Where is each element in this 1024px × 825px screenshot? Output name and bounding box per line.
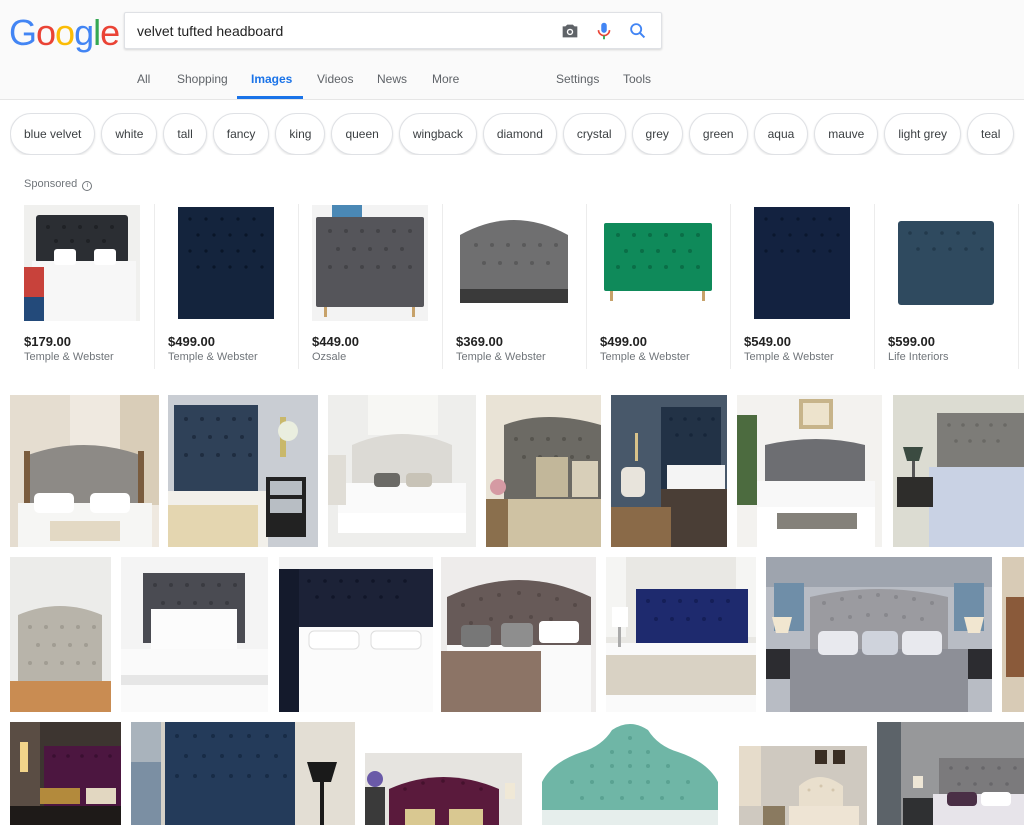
product-store: Temple & Webster <box>456 351 546 363</box>
chip-diamond[interactable]: diamond <box>482 113 557 155</box>
image-result[interactable] <box>121 557 268 712</box>
related-search-chips: blue velvet white tall fancy king queen wingba… <box>10 113 1024 155</box>
chip-fancy[interactable]: fancy <box>212 113 270 155</box>
product-price: $179.00 <box>24 334 71 349</box>
product-price: $369.00 <box>456 334 503 349</box>
image-result[interactable] <box>739 746 867 825</box>
product-image[interactable] <box>456 205 572 321</box>
product-image[interactable] <box>24 205 140 321</box>
product-store: Temple & Webster <box>168 351 258 363</box>
info-icon[interactable]: i <box>82 181 93 191</box>
product-price: $449.00 <box>312 334 359 349</box>
search-tabs: All Shopping Images Videos News More Set… <box>0 64 1024 100</box>
header: Google All Shopping Images Videos News M… <box>0 0 1024 100</box>
chip-wingback[interactable]: wingback <box>398 113 477 155</box>
search-box[interactable] <box>124 12 662 49</box>
image-result[interactable] <box>10 395 159 547</box>
product-store: Ozsale <box>312 351 347 363</box>
microphone-icon[interactable] <box>593 20 615 42</box>
tab-news[interactable]: News <box>377 72 407 86</box>
product-card[interactable]: $549.00 Temple & Webster <box>731 204 875 369</box>
search-icon[interactable] <box>627 20 649 42</box>
chip-grey[interactable]: grey <box>631 113 683 155</box>
image-result[interactable] <box>532 722 729 825</box>
product-card[interactable]: $499.00 Temple & Webster <box>587 204 731 369</box>
product-price: $499.00 <box>600 334 647 349</box>
product-card[interactable]: $499.00 Temple & Webster <box>155 204 299 369</box>
sponsored-text: Sponsored <box>24 178 78 190</box>
image-result[interactable] <box>766 557 992 712</box>
product-card[interactable]: $369.00 Temple & Webster <box>443 204 587 369</box>
image-result[interactable] <box>328 395 476 547</box>
tab-settings[interactable]: Settings <box>556 72 599 86</box>
chip-blue-velvet[interactable]: blue velvet <box>10 113 96 155</box>
google-logo[interactable]: Google <box>9 12 120 54</box>
image-result[interactable] <box>168 395 318 547</box>
tab-more[interactable]: More <box>432 72 459 86</box>
image-result[interactable] <box>1002 557 1024 712</box>
tab-videos[interactable]: Videos <box>317 72 353 86</box>
product-store: Temple & Webster <box>744 351 834 363</box>
chip-teal[interactable]: teal <box>967 113 1015 155</box>
search-input[interactable] <box>137 21 537 41</box>
logo-letter: o <box>36 12 56 53</box>
image-result[interactable] <box>893 395 1024 547</box>
chip-aqua[interactable]: aqua <box>753 113 809 155</box>
product-price: $499.00 <box>168 334 215 349</box>
camera-icon[interactable] <box>559 20 581 42</box>
chip-white[interactable]: white <box>101 113 158 155</box>
image-result[interactable] <box>10 722 121 825</box>
sponsored-label: Sponsored i <box>24 178 93 191</box>
image-result[interactable] <box>131 722 355 825</box>
chip-tall[interactable]: tall <box>163 113 207 155</box>
product-image[interactable] <box>888 205 1004 321</box>
product-store: Temple & Webster <box>24 351 114 363</box>
logo-letter: e <box>100 12 120 53</box>
image-result[interactable] <box>737 395 882 547</box>
product-image[interactable] <box>744 205 860 321</box>
product-card[interactable]: $449.00 Ozsale <box>299 204 443 369</box>
tab-shopping[interactable]: Shopping <box>177 72 228 86</box>
product-store: Temple & Webster <box>600 351 690 363</box>
logo-letter: g <box>74 12 94 53</box>
tab-all[interactable]: All <box>137 72 150 86</box>
logo-letter: G <box>9 12 37 53</box>
product-image[interactable] <box>312 205 428 321</box>
product-card[interactable]: $179.00 Temple & Webster <box>11 204 155 369</box>
product-image[interactable] <box>600 205 716 321</box>
chip-light-grey[interactable]: light grey <box>884 113 962 155</box>
sponsored-products: $179.00 Temple & Webster $499.00 Temple … <box>11 204 1024 369</box>
image-result[interactable] <box>877 722 1024 825</box>
active-tab-indicator <box>237 96 303 99</box>
image-result[interactable] <box>486 395 601 547</box>
product-card[interactable]: $599.00 Life Interiors <box>875 204 1019 369</box>
tab-images[interactable]: Images <box>251 72 292 86</box>
logo-letter: l <box>93 12 101 53</box>
chip-crystal[interactable]: crystal <box>562 113 626 155</box>
image-result[interactable] <box>441 557 596 712</box>
tab-tools[interactable]: Tools <box>623 72 651 86</box>
image-result[interactable] <box>365 753 522 825</box>
image-result[interactable] <box>611 395 727 547</box>
image-result[interactable] <box>606 557 756 712</box>
product-image[interactable] <box>168 205 284 321</box>
image-result[interactable] <box>279 557 433 712</box>
product-store: Life Interiors <box>888 351 949 363</box>
chip-king[interactable]: king <box>275 113 326 155</box>
image-result[interactable] <box>10 557 111 712</box>
product-price: $599.00 <box>888 334 935 349</box>
chip-queen[interactable]: queen <box>331 113 393 155</box>
chip-green[interactable]: green <box>688 113 748 155</box>
chip-mauve[interactable]: mauve <box>814 113 879 155</box>
product-price: $549.00 <box>744 334 791 349</box>
logo-letter: o <box>55 12 75 53</box>
